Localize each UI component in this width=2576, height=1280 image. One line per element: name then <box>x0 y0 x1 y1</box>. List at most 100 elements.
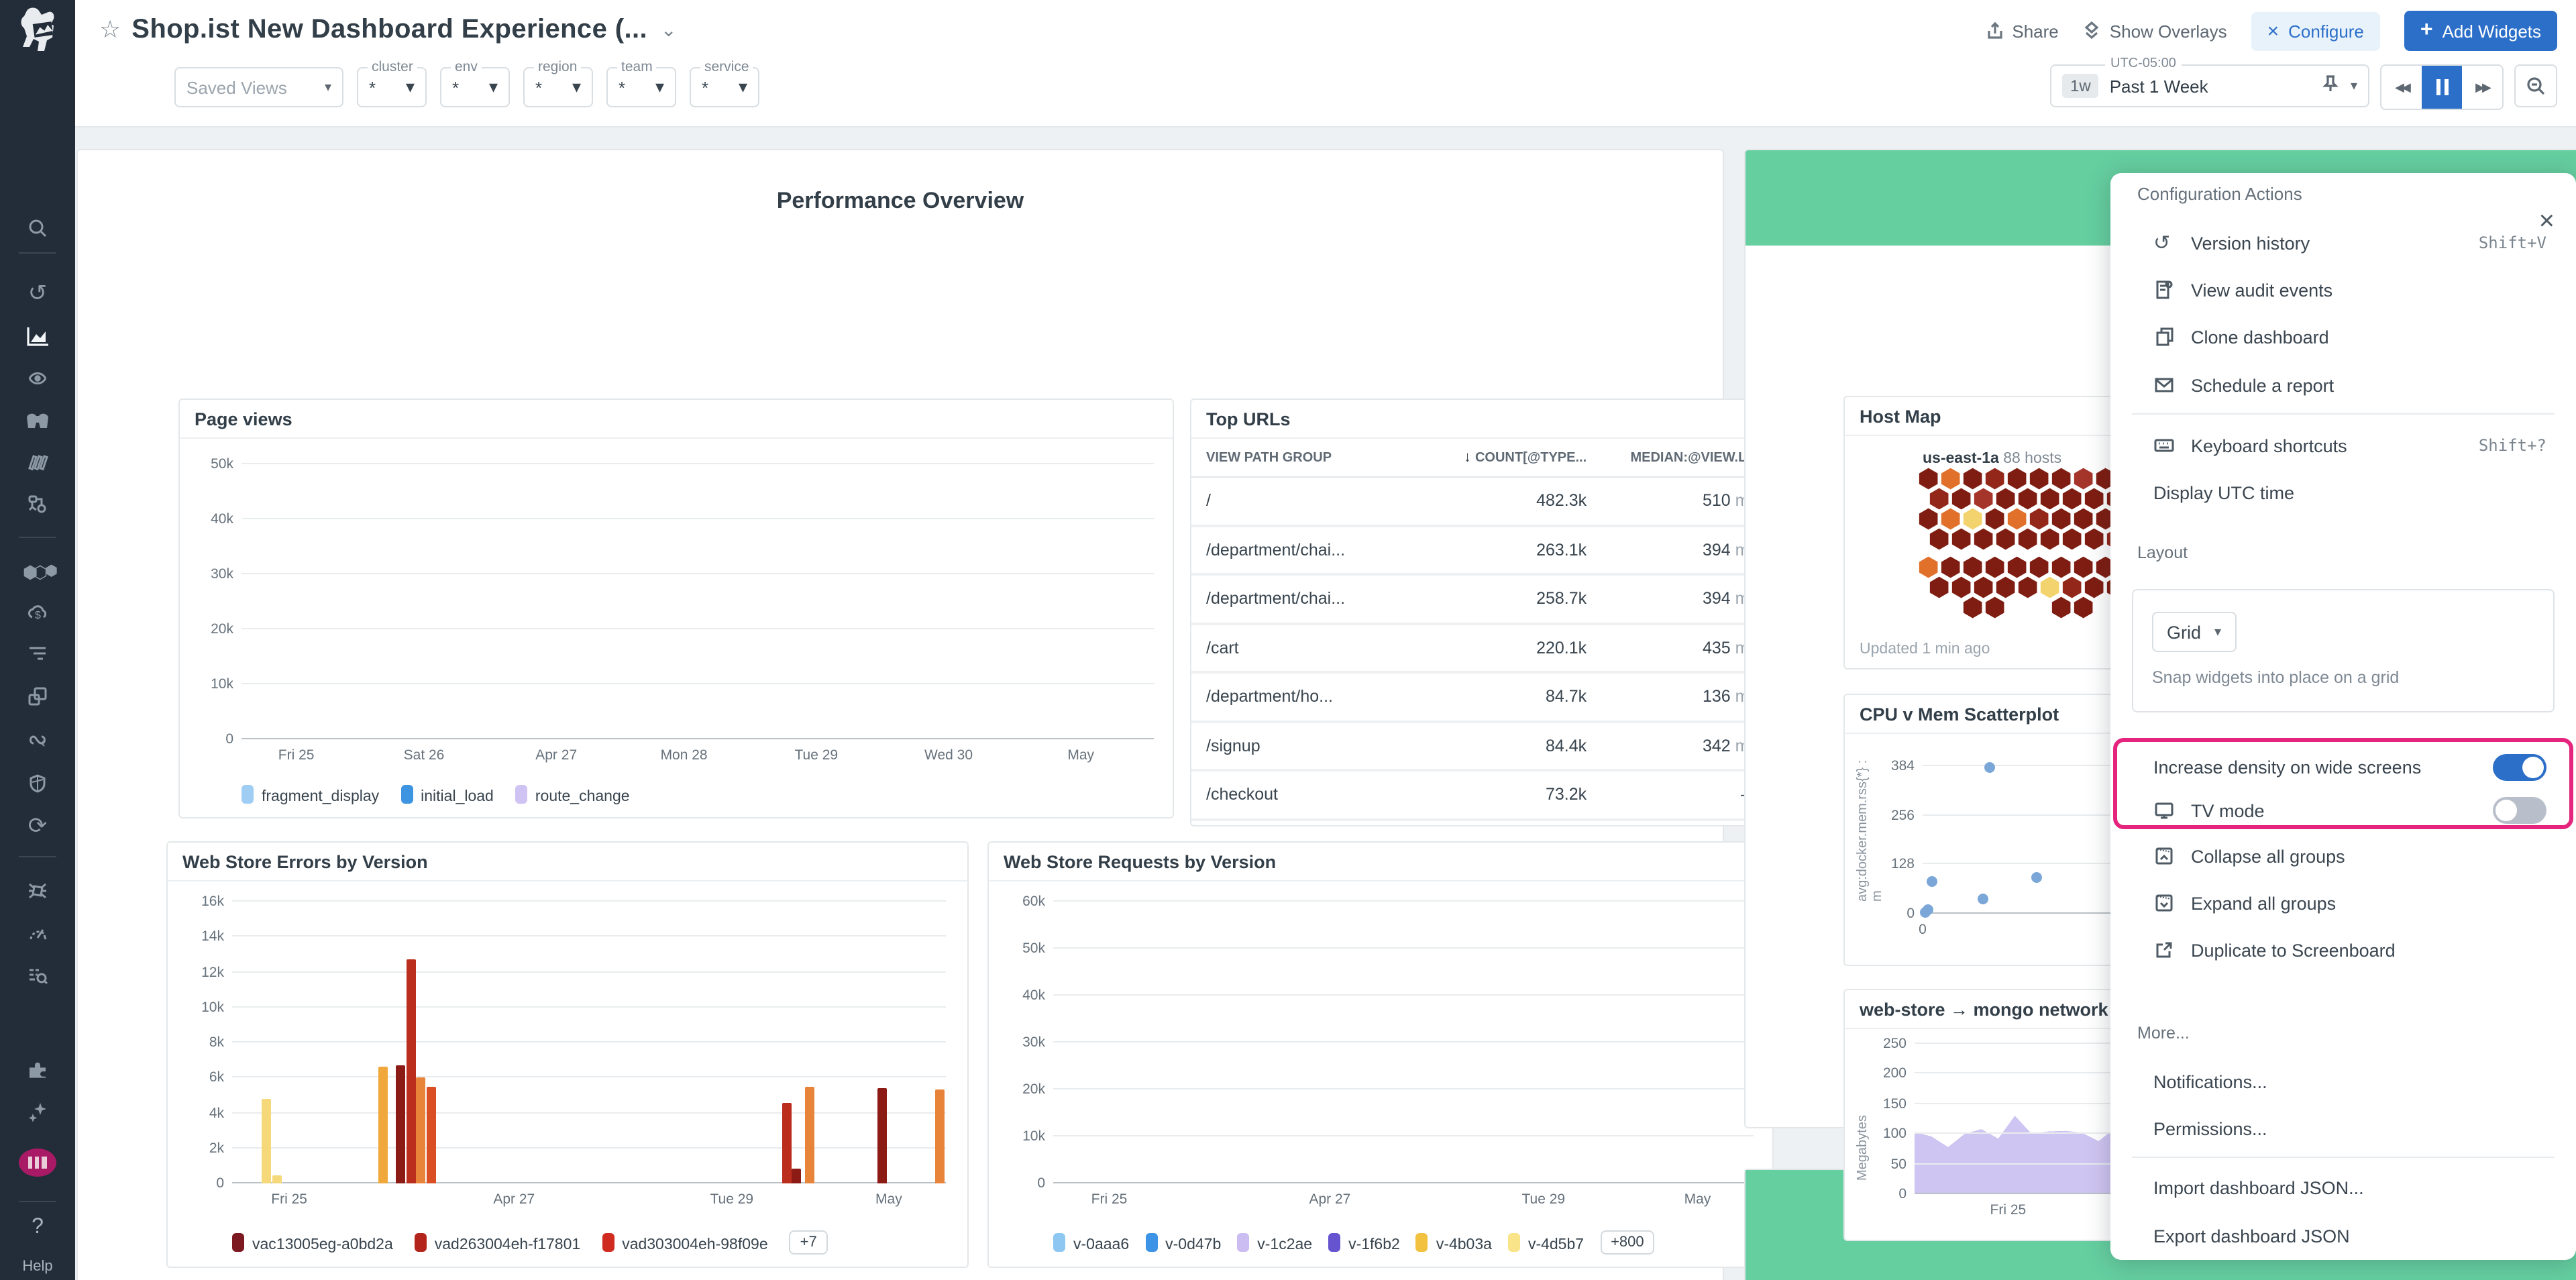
menu-item-duplicate-screenboard[interactable]: Duplicate to Screenboard <box>2110 930 2576 970</box>
menu-item-notifications[interactable]: Notifications... <box>2110 1061 2576 1102</box>
table-header[interactable]: VIEW PATH GROUP ↓COUNT[@TYPE... MEDIAN:@… <box>1191 439 1772 478</box>
widget-page-views[interactable]: Page views 010k20k30k40k50kFri 25Sat 26A… <box>178 398 1174 818</box>
chevron-down-icon[interactable]: ▾ <box>2351 78 2357 93</box>
table-row[interactable]: /department/ho...84.7k136 ms <box>1191 674 1772 723</box>
time-forward-button[interactable]: ▶▶ <box>2462 66 2502 109</box>
table-row[interactable]: /checkout73.2k— <box>1191 771 1772 820</box>
rum-icon[interactable] <box>0 679 75 714</box>
filter-service[interactable]: service *▾ <box>690 67 759 107</box>
widget-top-urls[interactable]: Top URLs VIEW PATH GROUP ↓COUNT[@TYPE...… <box>1190 398 1774 826</box>
menu-item-permissions[interactable]: Permissions... <box>2110 1108 2576 1149</box>
legend-overflow-badge[interactable]: +7 <box>790 1230 828 1255</box>
table-row[interactable]: /department/chai...263.1k394 ms <box>1191 527 1772 576</box>
cloud-cost-icon[interactable]: $ <box>0 596 75 631</box>
notebooks-icon[interactable] <box>0 445 75 480</box>
saved-views-select[interactable]: Saved Views ▾ <box>174 67 343 107</box>
widget-errors-by-version[interactable]: Web Store Errors by Version 02k4k6k8k10k… <box>166 841 969 1268</box>
help-icon[interactable]: ? <box>0 1216 75 1240</box>
pause-button[interactable] <box>2422 66 2462 109</box>
user-avatar[interactable] <box>19 1149 56 1177</box>
configure-x-icon: × <box>2267 19 2279 42</box>
filter-env[interactable]: env *▾ <box>440 67 510 107</box>
menu-divider <box>2132 413 2555 415</box>
dashboard-title: Shop.ist New Dashboard Experience (... <box>131 14 647 45</box>
title-chevron-down-icon[interactable]: ⌄ <box>661 18 676 41</box>
plus-icon: + <box>2420 19 2433 43</box>
menu-item-view-audit-events[interactable]: View audit events <box>2110 270 2576 310</box>
monitors-icon[interactable] <box>0 403 75 437</box>
filter-cluster[interactable]: cluster *▾ <box>357 67 427 107</box>
legend-item: fragment_display <box>241 785 379 805</box>
table-row[interactable]: /cart220.1k435 ms <box>1191 625 1772 674</box>
time-backward-button[interactable]: ◀◀ <box>2381 66 2422 109</box>
errors-chart[interactable]: 02k4k6k8k10k12k14k16kFri 25Apr 27Tue 29M… <box>232 902 946 1183</box>
sort-desc-icon: ↓ <box>1464 449 1471 466</box>
menu-item-export-json[interactable]: Export dashboard JSON <box>2110 1216 2576 1256</box>
layout-mode-select[interactable]: Grid ▾ <box>2152 612 2236 652</box>
history-icon: ↺ <box>2153 231 2186 255</box>
table-row[interactable]: /signup84.4k342 ms <box>1191 723 1772 771</box>
quality-gauge-icon[interactable] <box>0 916 75 951</box>
filter-region[interactable]: region *▾ <box>523 67 593 107</box>
scatter-point <box>1927 877 1937 888</box>
zoom-out-icon[interactable] <box>2514 64 2557 107</box>
overlays-icon <box>2083 21 2102 40</box>
y-tick-label: 6k <box>209 1070 224 1086</box>
apm-icon[interactable] <box>0 487 75 522</box>
history-icon[interactable]: ↺ <box>0 275 75 310</box>
y-tick-label: 0 <box>1907 906 1915 922</box>
ci-icon[interactable]: ⟳ <box>0 808 75 843</box>
menu-item-import-json[interactable]: Import dashboard JSON... <box>2110 1167 2576 1208</box>
y-tick-label: 0 <box>216 1175 224 1191</box>
density-toggle[interactable] <box>2493 754 2546 781</box>
infrastructure-icon[interactable]: ⬢⬡⬢ <box>0 554 75 589</box>
configure-button[interactable]: × Configure <box>2251 11 2380 50</box>
menu-item-clone-dashboard[interactable]: Clone dashboard <box>2110 317 2576 357</box>
table-row[interactable]: /department/chai...258.7k394 ms <box>1191 576 1772 625</box>
synthetics-icon[interactable] <box>0 723 75 758</box>
integrations-icon[interactable] <box>0 1052 75 1087</box>
menu-item-schedule-report[interactable]: Schedule a report <box>2110 365 2576 405</box>
table-row[interactable]: /482.3k510 ms <box>1191 478 1772 527</box>
ai-sparkles-icon[interactable] <box>0 1095 75 1130</box>
menu-item-keyboard-shortcuts[interactable]: Keyboard shortcuts Shift+? <box>2110 425 2576 466</box>
legend-item: v-0aaa6 <box>1053 1232 1129 1252</box>
legend-overflow-badge[interactable]: +800 <box>1600 1230 1655 1255</box>
datadog-logo[interactable] <box>11 5 64 59</box>
group-title: Performance Overview <box>78 150 1723 215</box>
search-icon[interactable] <box>0 211 75 246</box>
keyboard-icon <box>2153 435 2186 456</box>
metrics-icon[interactable] <box>0 318 75 353</box>
menu-item-expand-all[interactable]: Expand all groups <box>2110 883 2576 923</box>
watchdog-icon[interactable] <box>0 361 75 396</box>
menu-item-display-utc[interactable]: Display UTC time <box>2110 472 2576 513</box>
share-button[interactable]: Share <box>1985 21 2058 41</box>
scatter-point <box>2031 872 2041 883</box>
error-tracking-icon[interactable] <box>0 873 75 908</box>
chart-legend: v-0aaa6v-0d47bv-1c2aev-1f6b2v-4b03av-4d5… <box>1053 1230 1655 1255</box>
menu-item-collapse-all[interactable]: Collapse all groups <box>2110 836 2576 876</box>
filter-team[interactable]: team *▾ <box>606 67 676 107</box>
widget-requests-by-version[interactable]: Web Store Requests by Version 010k20k30k… <box>987 841 1774 1268</box>
bar <box>262 1099 272 1183</box>
favorite-star-icon[interactable]: ☆ <box>99 15 121 44</box>
nav-divider <box>19 252 56 254</box>
security-icon[interactable] <box>0 766 75 801</box>
log-search-icon[interactable] <box>0 958 75 993</box>
pin-icon[interactable] <box>2321 73 2340 99</box>
y-tick-label: 0 <box>1898 1186 1907 1202</box>
y-tick-label: 10k <box>211 676 233 692</box>
legend-item: vad263004eh-f17801 <box>415 1232 580 1252</box>
show-overlays-button[interactable]: Show Overlays <box>2083 21 2227 41</box>
time-range-picker[interactable]: UTC-05:00 1w Past 1 Week ▾ <box>2050 64 2369 107</box>
tv-mode-toggle[interactable] <box>2493 797 2546 824</box>
widget-title: Page views <box>180 400 1173 439</box>
chevron-down-icon: ▾ <box>406 76 415 98</box>
logs-icon[interactable] <box>0 636 75 671</box>
help-label[interactable]: Help <box>0 1259 75 1275</box>
requests-chart[interactable]: 010k20k30k40k50k60kFri 25Apr 27Tue 29May <box>1053 902 1754 1183</box>
menu-item-version-history[interactable]: ↺ Version history Shift+V <box>2110 223 2576 263</box>
add-widgets-button[interactable]: + Add Widgets <box>2404 11 2557 51</box>
page-views-chart[interactable]: 010k20k30k40k50kFri 25Sat 26Apr 27Mon 28… <box>241 464 1154 739</box>
chevron-down-icon: ▾ <box>325 80 331 95</box>
